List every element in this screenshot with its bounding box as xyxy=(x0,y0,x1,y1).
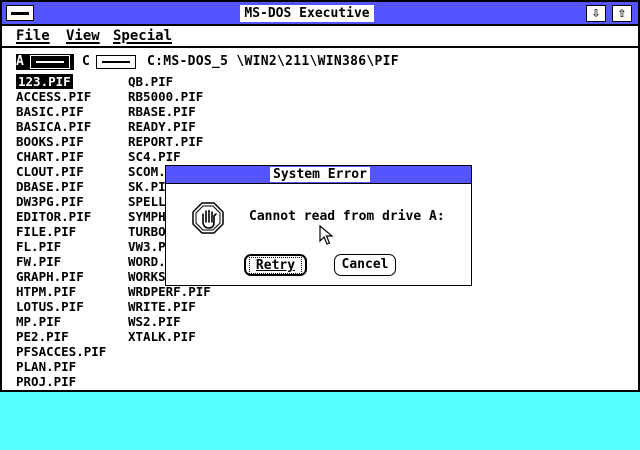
drive-c[interactable]: C xyxy=(82,54,140,70)
drive-c-letter: C xyxy=(82,54,90,69)
drive-a-letter: A xyxy=(16,54,24,69)
file-item[interactable]: QB.PIF xyxy=(126,74,213,89)
menu-bar: File View Special xyxy=(2,26,638,48)
current-path: C:MS-DOS_5 \WIN2\211\WIN386\PIF xyxy=(147,54,399,69)
file-item[interactable]: FL.PIF xyxy=(14,239,108,254)
file-item[interactable]: CLOUT.PIF xyxy=(14,164,108,179)
file-item[interactable]: PROJ.PIF xyxy=(14,374,108,389)
retry-button[interactable]: Retry xyxy=(244,254,307,276)
file-item[interactable]: ACCESS.PIF xyxy=(14,89,108,104)
file-list-column-1: 123.PIF ACCESS.PIF BASIC.PIF BASICA.PIF BOOK… xyxy=(14,74,108,389)
file-item[interactable]: BASIC.PIF xyxy=(14,104,108,119)
file-item[interactable]: WRITE.PIF xyxy=(126,299,213,314)
file-item[interactable]: MP.PIF xyxy=(14,314,108,329)
dialog-title: System Error xyxy=(270,167,370,182)
error-message: Cannot read from drive A: xyxy=(249,209,445,224)
cancel-button[interactable]: Cancel xyxy=(334,254,396,276)
stop-hand-icon xyxy=(192,202,224,234)
file-item[interactable]: READY.PIF xyxy=(126,119,213,134)
file-item[interactable]: BASICA.PIF xyxy=(14,119,108,134)
menu-file[interactable]: File xyxy=(16,28,50,44)
file-item[interactable]: PFSACCES.PIF xyxy=(14,344,108,359)
file-item[interactable]: FW.PIF xyxy=(14,254,108,269)
drive-icon xyxy=(30,55,70,69)
file-item[interactable]: LOTUS.PIF xyxy=(14,299,108,314)
drive-icon xyxy=(96,55,136,69)
minimize-icon[interactable]: ⇩ xyxy=(586,5,606,22)
file-item[interactable]: HTPM.PIF xyxy=(14,284,108,299)
file-item[interactable]: DBASE.PIF xyxy=(14,179,108,194)
file-item[interactable]: WS2.PIF xyxy=(126,314,213,329)
file-item[interactable]: SC4.PIF xyxy=(126,149,213,164)
file-item[interactable]: FILE.PIF xyxy=(14,224,108,239)
file-item-selected[interactable]: 123.PIF xyxy=(16,74,73,89)
mouse-pointer-icon xyxy=(319,225,334,245)
file-item[interactable]: REPORT.PIF xyxy=(126,134,213,149)
file-item[interactable]: RB5000.PIF xyxy=(126,89,213,104)
title-bar[interactable]: MS-DOS Executive ⇩ ⇧ xyxy=(2,2,638,26)
menu-special[interactable]: Special xyxy=(113,28,172,44)
file-item[interactable]: DW3PG.PIF xyxy=(14,194,108,209)
system-menu-button[interactable] xyxy=(6,5,34,21)
drive-bar: A C C:MS-DOS_5 \WIN2\211\WIN386\PIF xyxy=(2,48,638,74)
file-item[interactable]: WRDPERF.PIF xyxy=(126,284,213,299)
window-title: MS-DOS Executive xyxy=(240,5,374,22)
file-item[interactable]: XTALK.PIF xyxy=(126,329,213,344)
file-item[interactable]: PE2.PIF xyxy=(14,329,108,344)
file-item[interactable]: PLAN.PIF xyxy=(14,359,108,374)
file-item[interactable]: EDITOR.PIF xyxy=(14,209,108,224)
menu-view[interactable]: View xyxy=(66,28,100,44)
maximize-icon[interactable]: ⇧ xyxy=(612,5,632,22)
file-item[interactable]: GRAPH.PIF xyxy=(14,269,108,284)
file-item[interactable]: RBASE.PIF xyxy=(126,104,213,119)
file-item[interactable]: CHART.PIF xyxy=(14,149,108,164)
file-item[interactable]: BOOKS.PIF xyxy=(14,134,108,149)
file-item[interactable]: 123.PIF xyxy=(14,74,108,89)
dialog-title-bar: System Error xyxy=(166,166,471,184)
drive-a[interactable]: A xyxy=(16,54,74,70)
retry-button-label: Retry xyxy=(248,257,303,274)
